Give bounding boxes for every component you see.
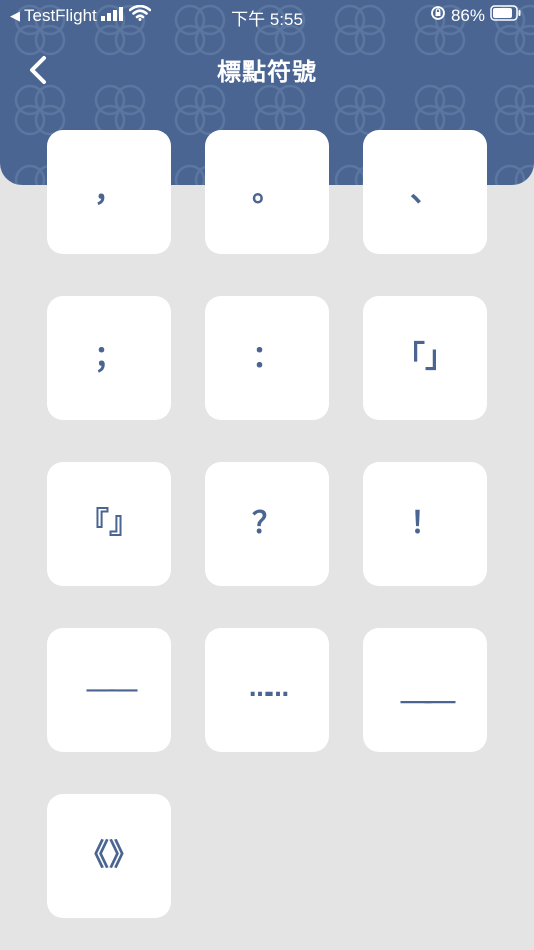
key-question-mark[interactable]: ？ [205,462,329,586]
key-symbol: …… [249,677,289,702]
key-symbol: ， [94,174,124,209]
key-semicolon[interactable]: ； [47,296,171,420]
key-symbol: 《》 [79,838,139,873]
key-double-quotes[interactable]: 『』 [47,462,171,586]
key-underline[interactable]: ＿＿ [363,628,487,752]
key-enumeration-comma[interactable]: 、 [363,130,487,254]
status-bar: ◀ TestFlight 下午 5:55 86% [0,0,534,32]
key-symbol: —— [85,672,139,707]
key-symbol: ！ [410,506,440,541]
key-dash[interactable]: —— [47,628,171,752]
key-period[interactable]: 。 [205,130,329,254]
punctuation-grid: ， 。 、 ； ： 「」 『』 ？ ！ —— …… ＿＿ 《》 [47,130,488,918]
battery-percent: 86% [450,5,485,25]
key-symbol: 。 [252,174,282,209]
key-symbol: ？ [252,506,282,541]
key-symbol: ； [94,340,124,375]
nav-bar: 標點符號 [0,44,534,92]
status-right: 86% [430,5,522,26]
key-symbol: ＿＿ [401,672,455,707]
key-symbol: ： [252,340,282,375]
page-title: 標點符號 [217,58,317,86]
key-symbol: 「」 [395,340,455,375]
key-symbol: 、 [410,174,440,209]
key-colon[interactable]: ： [205,296,329,420]
key-book-title-marks[interactable]: 《》 [47,794,171,918]
key-single-quotes[interactable]: 「」 [363,296,487,420]
battery-icon [490,5,522,26]
key-comma[interactable]: ， [47,130,171,254]
key-exclamation-mark[interactable]: ！ [363,462,487,586]
key-symbol: 『』 [79,506,139,541]
key-ellipsis[interactable]: …… [205,628,329,752]
orientation-lock-icon [430,5,446,26]
